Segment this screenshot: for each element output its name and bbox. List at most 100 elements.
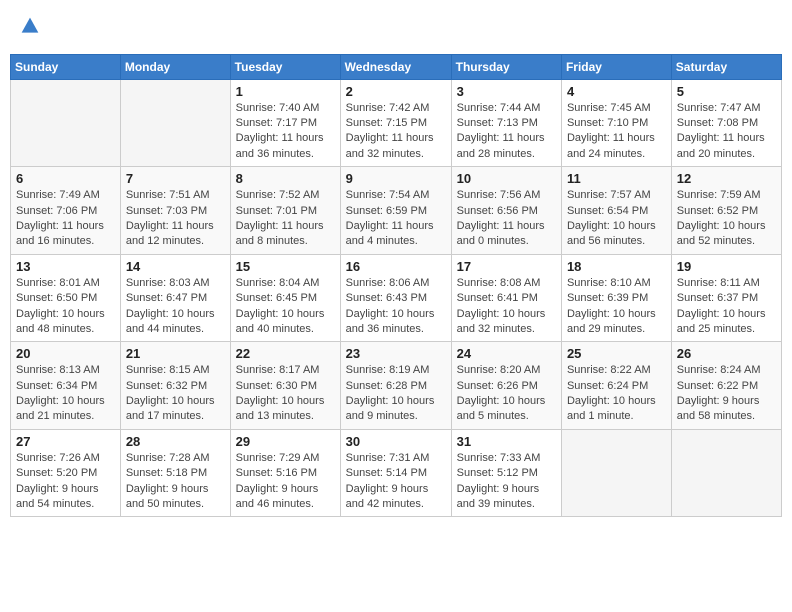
sunrise: Sunrise: 8:13 AM <box>16 364 100 376</box>
day-info: Sunrise: 7:54 AM Sunset: 6:59 PM Dayligh… <box>346 188 446 250</box>
sunset: Sunset: 6:43 PM <box>346 292 427 304</box>
calendar-cell: 6 Sunrise: 7:49 AM Sunset: 7:06 PM Dayli… <box>11 167 121 255</box>
calendar-cell: 5 Sunrise: 7:47 AM Sunset: 7:08 PM Dayli… <box>671 79 781 167</box>
calendar-cell: 22 Sunrise: 8:17 AM Sunset: 6:30 PM Dayl… <box>230 342 340 430</box>
sunset: Sunset: 6:47 PM <box>126 292 207 304</box>
page-header <box>10 10 782 48</box>
sunset: Sunset: 6:59 PM <box>346 205 427 217</box>
daylight: Daylight: 10 hours and 48 minutes. <box>16 308 105 335</box>
day-number: 5 <box>677 84 776 99</box>
day-info: Sunrise: 8:11 AM Sunset: 6:37 PM Dayligh… <box>677 276 776 338</box>
daylight: Daylight: 10 hours and 29 minutes. <box>567 308 656 335</box>
daylight: Daylight: 11 hours and 32 minutes. <box>346 132 434 159</box>
sunrise: Sunrise: 7:28 AM <box>126 452 210 464</box>
day-number: 25 <box>567 346 666 361</box>
day-number: 17 <box>457 259 556 274</box>
day-info: Sunrise: 7:29 AM Sunset: 5:16 PM Dayligh… <box>236 451 335 513</box>
calendar-week-row: 13 Sunrise: 8:01 AM Sunset: 6:50 PM Dayl… <box>11 254 782 342</box>
day-info: Sunrise: 7:31 AM Sunset: 5:14 PM Dayligh… <box>346 451 446 513</box>
day-number: 12 <box>677 171 776 186</box>
day-number: 4 <box>567 84 666 99</box>
sunset: Sunset: 7:08 PM <box>677 117 758 129</box>
weekday-header: Monday <box>120 54 230 79</box>
calendar-cell: 24 Sunrise: 8:20 AM Sunset: 6:26 PM Dayl… <box>451 342 561 430</box>
day-number: 28 <box>126 434 225 449</box>
day-info: Sunrise: 7:40 AM Sunset: 7:17 PM Dayligh… <box>236 101 335 163</box>
sunset: Sunset: 7:15 PM <box>346 117 427 129</box>
calendar-cell: 15 Sunrise: 8:04 AM Sunset: 6:45 PM Dayl… <box>230 254 340 342</box>
sunset: Sunset: 6:52 PM <box>677 205 758 217</box>
sunset: Sunset: 6:56 PM <box>457 205 538 217</box>
day-info: Sunrise: 8:22 AM Sunset: 6:24 PM Dayligh… <box>567 363 666 425</box>
daylight: Daylight: 11 hours and 12 minutes. <box>126 220 214 247</box>
daylight: Daylight: 9 hours and 50 minutes. <box>126 483 209 510</box>
day-info: Sunrise: 8:19 AM Sunset: 6:28 PM Dayligh… <box>346 363 446 425</box>
sunset: Sunset: 6:54 PM <box>567 205 648 217</box>
sunset: Sunset: 6:26 PM <box>457 380 538 392</box>
calendar-week-row: 6 Sunrise: 7:49 AM Sunset: 7:06 PM Dayli… <box>11 167 782 255</box>
daylight: Daylight: 10 hours and 13 minutes. <box>236 395 325 422</box>
day-number: 20 <box>16 346 115 361</box>
daylight: Daylight: 9 hours and 46 minutes. <box>236 483 319 510</box>
calendar-cell <box>561 429 671 517</box>
sunrise: Sunrise: 8:01 AM <box>16 277 100 289</box>
calendar-cell: 4 Sunrise: 7:45 AM Sunset: 7:10 PM Dayli… <box>561 79 671 167</box>
sunset: Sunset: 6:30 PM <box>236 380 317 392</box>
sunset: Sunset: 5:18 PM <box>126 467 207 479</box>
day-info: Sunrise: 7:42 AM Sunset: 7:15 PM Dayligh… <box>346 101 446 163</box>
sunrise: Sunrise: 8:08 AM <box>457 277 541 289</box>
day-info: Sunrise: 8:01 AM Sunset: 6:50 PM Dayligh… <box>16 276 115 338</box>
day-info: Sunrise: 8:24 AM Sunset: 6:22 PM Dayligh… <box>677 363 776 425</box>
sunset: Sunset: 5:20 PM <box>16 467 97 479</box>
day-info: Sunrise: 8:10 AM Sunset: 6:39 PM Dayligh… <box>567 276 666 338</box>
sunset: Sunset: 6:34 PM <box>16 380 97 392</box>
day-number: 18 <box>567 259 666 274</box>
sunrise: Sunrise: 7:31 AM <box>346 452 430 464</box>
daylight: Daylight: 9 hours and 39 minutes. <box>457 483 540 510</box>
day-info: Sunrise: 8:15 AM Sunset: 6:32 PM Dayligh… <box>126 363 225 425</box>
daylight: Daylight: 10 hours and 5 minutes. <box>457 395 546 422</box>
sunset: Sunset: 5:14 PM <box>346 467 427 479</box>
sunrise: Sunrise: 7:52 AM <box>236 189 320 201</box>
calendar-cell: 12 Sunrise: 7:59 AM Sunset: 6:52 PM Dayl… <box>671 167 781 255</box>
sunrise: Sunrise: 8:20 AM <box>457 364 541 376</box>
day-info: Sunrise: 8:17 AM Sunset: 6:30 PM Dayligh… <box>236 363 335 425</box>
day-info: Sunrise: 7:56 AM Sunset: 6:56 PM Dayligh… <box>457 188 556 250</box>
sunrise: Sunrise: 8:24 AM <box>677 364 761 376</box>
calendar-cell: 3 Sunrise: 7:44 AM Sunset: 7:13 PM Dayli… <box>451 79 561 167</box>
daylight: Daylight: 11 hours and 36 minutes. <box>236 132 324 159</box>
daylight: Daylight: 11 hours and 28 minutes. <box>457 132 545 159</box>
calendar-cell: 14 Sunrise: 8:03 AM Sunset: 6:47 PM Dayl… <box>120 254 230 342</box>
calendar-cell: 10 Sunrise: 7:56 AM Sunset: 6:56 PM Dayl… <box>451 167 561 255</box>
calendar-cell: 25 Sunrise: 8:22 AM Sunset: 6:24 PM Dayl… <box>561 342 671 430</box>
sunset: Sunset: 6:32 PM <box>126 380 207 392</box>
weekday-header: Friday <box>561 54 671 79</box>
sunrise: Sunrise: 7:33 AM <box>457 452 541 464</box>
sunrise: Sunrise: 8:19 AM <box>346 364 430 376</box>
sunrise: Sunrise: 7:44 AM <box>457 102 541 114</box>
day-number: 1 <box>236 84 335 99</box>
day-number: 10 <box>457 171 556 186</box>
sunrise: Sunrise: 8:06 AM <box>346 277 430 289</box>
day-info: Sunrise: 8:04 AM Sunset: 6:45 PM Dayligh… <box>236 276 335 338</box>
calendar-cell: 2 Sunrise: 7:42 AM Sunset: 7:15 PM Dayli… <box>340 79 451 167</box>
sunset: Sunset: 6:24 PM <box>567 380 648 392</box>
calendar-cell: 31 Sunrise: 7:33 AM Sunset: 5:12 PM Dayl… <box>451 429 561 517</box>
sunrise: Sunrise: 8:04 AM <box>236 277 320 289</box>
day-info: Sunrise: 8:03 AM Sunset: 6:47 PM Dayligh… <box>126 276 225 338</box>
sunset: Sunset: 7:10 PM <box>567 117 648 129</box>
weekday-header: Saturday <box>671 54 781 79</box>
day-number: 8 <box>236 171 335 186</box>
daylight: Daylight: 11 hours and 24 minutes. <box>567 132 655 159</box>
sunrise: Sunrise: 7:42 AM <box>346 102 430 114</box>
day-info: Sunrise: 7:51 AM Sunset: 7:03 PM Dayligh… <box>126 188 225 250</box>
calendar-cell: 20 Sunrise: 8:13 AM Sunset: 6:34 PM Dayl… <box>11 342 121 430</box>
daylight: Daylight: 9 hours and 54 minutes. <box>16 483 99 510</box>
calendar-cell: 9 Sunrise: 7:54 AM Sunset: 6:59 PM Dayli… <box>340 167 451 255</box>
day-info: Sunrise: 7:52 AM Sunset: 7:01 PM Dayligh… <box>236 188 335 250</box>
sunrise: Sunrise: 8:10 AM <box>567 277 651 289</box>
day-number: 16 <box>346 259 446 274</box>
sunrise: Sunrise: 7:29 AM <box>236 452 320 464</box>
calendar-week-row: 27 Sunrise: 7:26 AM Sunset: 5:20 PM Dayl… <box>11 429 782 517</box>
calendar-week-row: 1 Sunrise: 7:40 AM Sunset: 7:17 PM Dayli… <box>11 79 782 167</box>
